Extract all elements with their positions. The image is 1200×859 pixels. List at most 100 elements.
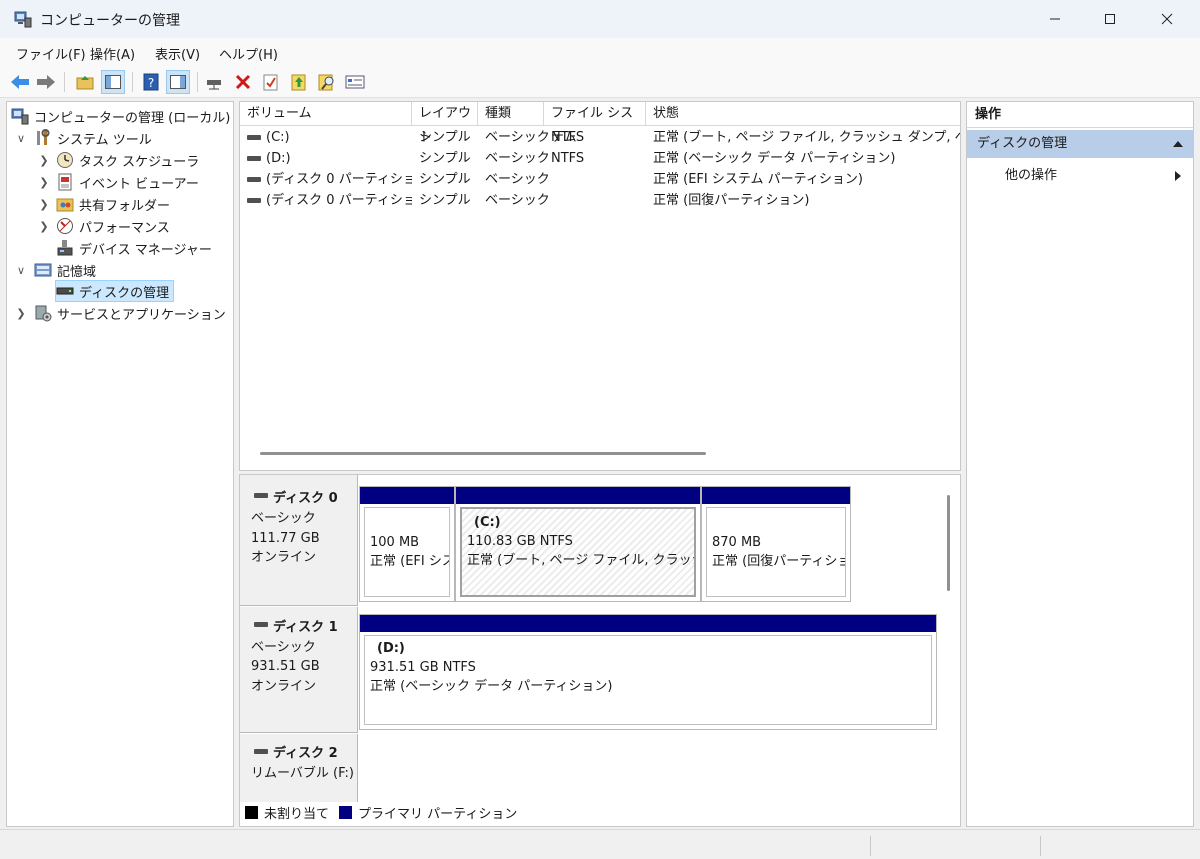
- connect-button[interactable]: [203, 70, 227, 94]
- tree-item-label: ディスクの管理: [79, 285, 170, 301]
- action-more-label: 他の操作: [1005, 168, 1058, 183]
- partition-bar: [456, 487, 700, 504]
- tools-icon: [37, 129, 50, 145]
- status-cell: 正常 (ブート, ページ ファイル, クラッシュ ダンプ, ベーシック ラ: [653, 130, 960, 145]
- partition-bar: [360, 615, 936, 632]
- disk-icon: [254, 749, 268, 754]
- maximize-button[interactable]: [1081, 0, 1139, 38]
- legend: 未割り当て プライマリ パーティション: [245, 801, 517, 823]
- menu-file[interactable]: ファイル(F): [16, 44, 86, 63]
- disk-2-label[interactable]: ディスク 2 リムーバブル (F:): [240, 734, 358, 802]
- volume-list: ボリューム レイアウト 種類 ファイル システム 状態 (C:) シンプル ベー…: [239, 101, 961, 471]
- volume-cell: (D:): [266, 151, 291, 166]
- status-bar: [0, 829, 1200, 859]
- close-icon: [1161, 13, 1173, 25]
- toolbar: ?: [0, 66, 1200, 98]
- forward-button[interactable]: [34, 70, 58, 94]
- delete-button[interactable]: [231, 70, 255, 94]
- tree-item-event-viewer[interactable]: イベント ビューアー: [56, 171, 199, 193]
- search-icon: [318, 74, 334, 91]
- tree-item-root[interactable]: コンピューターの管理 (ローカル): [11, 105, 230, 127]
- type-cell: ベーシック: [485, 172, 550, 187]
- column-header-status[interactable]: 状態: [646, 102, 960, 126]
- column-header-filesystem[interactable]: ファイル システム: [544, 102, 646, 145]
- tree-item-storage[interactable]: 記憶域: [34, 259, 96, 281]
- status-cell: 正常 (回復パーティション): [653, 193, 810, 208]
- list-settings-icon: [345, 75, 365, 89]
- export-button[interactable]: [287, 70, 311, 94]
- disk-management-icon: [56, 287, 74, 295]
- column-header-layout[interactable]: レイアウト: [412, 102, 478, 145]
- column-header-type[interactable]: 種類: [478, 102, 544, 126]
- properties-button[interactable]: [259, 70, 283, 94]
- action-more-actions[interactable]: 他の操作: [967, 164, 1193, 188]
- forward-arrow-icon: [37, 75, 55, 89]
- minimize-button[interactable]: [1026, 0, 1084, 38]
- collapse-up-icon: [1173, 141, 1183, 147]
- chevron-right-icon[interactable]: ❯: [38, 215, 50, 237]
- minimize-icon: [1050, 18, 1060, 20]
- menu-view[interactable]: 表示(V): [155, 44, 200, 63]
- horizontal-scrollbar[interactable]: [260, 452, 706, 455]
- chevron-right-icon[interactable]: ❯: [38, 149, 50, 171]
- partition-size: 110.83 GB NTFS: [467, 534, 573, 549]
- settings-button[interactable]: [343, 70, 367, 94]
- partition-size: 870 MB: [712, 535, 762, 550]
- tree-item-label: タスク スケジューラ: [79, 154, 200, 170]
- partition-d[interactable]: (D:) 931.51 GB NTFS 正常 (ベーシック データ パーティショ…: [359, 614, 937, 730]
- storage-icon: [34, 263, 52, 277]
- services-icon: [35, 305, 52, 322]
- menu-help[interactable]: ヘルプ(H): [219, 44, 278, 63]
- find-button[interactable]: [315, 70, 339, 94]
- action-section-disk-management[interactable]: ディスクの管理: [967, 130, 1193, 158]
- chevron-right-icon[interactable]: ❯: [15, 302, 27, 324]
- toolbar-separator: [132, 72, 133, 92]
- chevron-right-icon[interactable]: ❯: [38, 171, 50, 193]
- tree-item-services-apps[interactable]: サービスとアプリケーション: [34, 302, 226, 324]
- partition-status: 正常 (ブート, ページ ファイル, クラッシュ ダン: [467, 553, 694, 568]
- volume-cell: (C:): [266, 130, 290, 145]
- disk-type: リムーバブル (F:): [251, 766, 354, 781]
- action-pane-title: 操作: [967, 102, 1193, 128]
- status-cell: 正常 (EFI システム パーティション): [653, 172, 863, 187]
- back-button[interactable]: [8, 70, 32, 94]
- legend-primary-label: プライマリ パーティション: [358, 806, 518, 822]
- computer-management-icon: [11, 108, 29, 125]
- chevron-down-icon[interactable]: ∨: [15, 127, 27, 149]
- up-folder-button[interactable]: [73, 70, 97, 94]
- filesystem-cell: NTFS: [551, 151, 585, 166]
- disk-1-label[interactable]: ディスク 1 ベーシック 931.51 GB オンライン: [240, 607, 358, 733]
- disk-state: オンライン: [251, 550, 317, 565]
- close-button[interactable]: [1138, 0, 1196, 38]
- partition-efi[interactable]: 100 MB 正常 (EFI シス: [359, 486, 455, 602]
- vertical-scrollbar[interactable]: [947, 495, 950, 591]
- chevron-right-icon[interactable]: ❯: [38, 193, 50, 215]
- svg-text:?: ?: [148, 76, 154, 90]
- back-arrow-icon: [11, 75, 29, 89]
- tree-item-shared-folders[interactable]: 共有フォルダー: [56, 193, 170, 215]
- clock-icon: [57, 152, 73, 168]
- tree-item-label: デバイス マネージャー: [79, 242, 212, 258]
- show-hide-tree-button[interactable]: [101, 70, 125, 94]
- disk-0-label[interactable]: ディスク 0 ベーシック 111.77 GB オンライン: [240, 475, 358, 606]
- help-button[interactable]: ?: [139, 70, 163, 94]
- tree-item-system-tools[interactable]: システム ツール: [34, 127, 152, 149]
- partition-recovery[interactable]: 870 MB 正常 (回復パーティショ: [701, 486, 851, 602]
- partition-c[interactable]: (C:) 110.83 GB NTFS 正常 (ブート, ページ ファイル, ク…: [455, 486, 701, 602]
- menu-action[interactable]: 操作(A): [90, 44, 135, 63]
- column-header-volume[interactable]: ボリューム: [240, 102, 412, 126]
- partition-status: 正常 (回復パーティショ: [712, 554, 845, 569]
- type-cell: ベーシック: [485, 193, 550, 208]
- help-icon: ?: [143, 73, 159, 91]
- tree-item-disk-management[interactable]: ディスクの管理: [55, 280, 175, 302]
- chevron-down-icon[interactable]: ∨: [15, 259, 27, 281]
- partition-label: (C:): [474, 515, 501, 530]
- maximize-icon: [1105, 14, 1115, 24]
- disk-name: ディスク 2: [273, 746, 338, 761]
- layout-cell: シンプル: [419, 151, 471, 166]
- tree-item-performance[interactable]: パフォーマンス: [56, 215, 170, 237]
- show-hide-action-pane-button[interactable]: [166, 70, 190, 94]
- tree-item-task-scheduler[interactable]: タスク スケジューラ: [56, 149, 199, 171]
- computer-management-icon: [14, 11, 32, 28]
- tree-item-device-manager[interactable]: デバイス マネージャー: [56, 237, 212, 259]
